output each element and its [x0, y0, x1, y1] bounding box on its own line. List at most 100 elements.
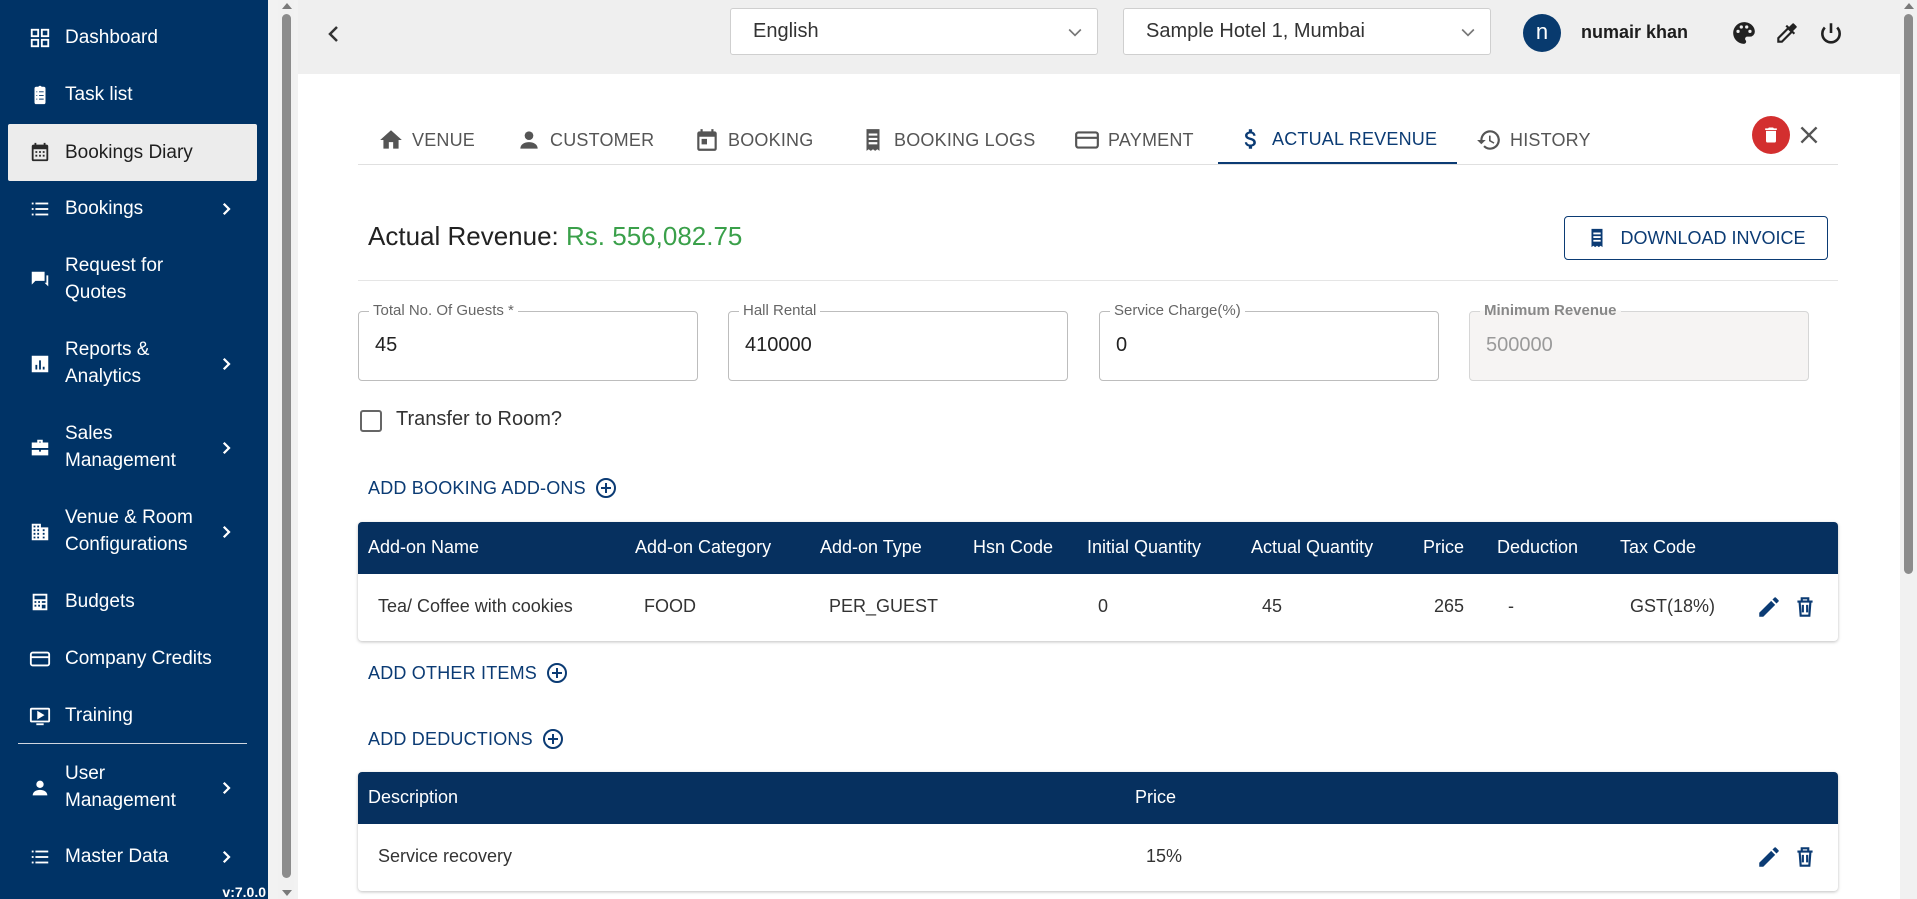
- tab-booking-logs[interactable]: BOOKING LOGS: [860, 116, 1035, 164]
- tab-label: ACTUAL REVENUE: [1272, 128, 1438, 149]
- sidebar-item-task-list[interactable]: Task list: [8, 81, 257, 108]
- column-header: Initial Quantity: [1087, 537, 1202, 557]
- scroll-up-arrow[interactable]: [282, 3, 292, 9]
- sidebar-scrollbar[interactable]: [278, 0, 294, 899]
- sidebar-item-label: Budgets: [65, 591, 135, 612]
- sidebar-item-label: Request for Quotes: [65, 255, 164, 303]
- list-icon: [28, 845, 52, 869]
- sidebar-item-label: Bookings: [65, 198, 144, 219]
- avatar[interactable]: n: [1523, 14, 1561, 52]
- sidebar-item-bookings-diary[interactable]: Bookings Diary: [8, 124, 257, 181]
- receipt-icon: [866, 129, 880, 151]
- sidebar-item-master-data[interactable]: Master Data: [8, 843, 257, 870]
- palette-icon[interactable]: [1731, 20, 1757, 46]
- chevron-down-icon: [1068, 28, 1082, 37]
- close-icon[interactable]: [1796, 122, 1822, 148]
- sidebar-item-label: Training: [65, 705, 133, 726]
- receipt-icon: [1591, 228, 1603, 248]
- add-circle-icon: [547, 663, 568, 683]
- scrollbar-thumb[interactable]: [282, 14, 291, 878]
- chevron-right-icon: [222, 202, 231, 215]
- add-other-items-link[interactable]: ADD OTHER ITEMS: [368, 661, 569, 685]
- calendar-icon: [697, 129, 717, 151]
- scroll-down-arrow[interactable]: [282, 890, 292, 896]
- hall-rental-field[interactable]: Hall Rental: [728, 302, 1068, 381]
- column-header: Add-on Name: [368, 537, 480, 557]
- briefcase-icon: [28, 436, 52, 460]
- sidebar-divider: [18, 743, 247, 744]
- hall-rental-field-label: Hall Rental: [739, 302, 821, 319]
- chevron-right-icon: [222, 781, 231, 795]
- edit-icon[interactable]: [1756, 844, 1782, 870]
- column-header: Hsn Code: [973, 537, 1054, 557]
- sidebar-item-sales-management[interactable]: Sales Management: [8, 420, 257, 476]
- trash-icon[interactable]: [1792, 844, 1818, 870]
- add-circle-icon: [595, 478, 616, 498]
- hotel-select[interactable]: Sample Hotel 1, Mumbai: [1123, 8, 1491, 55]
- service-charge-field[interactable]: Service Charge(%): [1099, 302, 1439, 381]
- download-invoice-button[interactable]: DOWNLOAD INVOICE: [1564, 216, 1828, 260]
- column-header: Actual Quantity: [1251, 537, 1374, 557]
- add-deductions-link[interactable]: ADD DEDUCTIONS: [368, 727, 565, 751]
- add-booking-addons-link[interactable]: ADD BOOKING ADD-ONS: [368, 476, 618, 500]
- sidebar-item-dashboard[interactable]: Dashboard: [8, 24, 257, 51]
- sidebar-item-budgets[interactable]: Budgets: [8, 588, 257, 615]
- table-cell: 45: [1262, 596, 1283, 616]
- home-icon: [380, 130, 402, 149]
- table-cell: Service recovery: [378, 846, 513, 866]
- column-header: Description: [368, 787, 459, 807]
- sidebar-item-training[interactable]: Training: [8, 702, 257, 729]
- chevron-left-icon[interactable]: [322, 22, 346, 46]
- sidebar-item-request-for-quotes[interactable]: Request for Quotes: [8, 252, 257, 308]
- add-booking-addons-label: ADD BOOKING ADD-ONS: [368, 477, 586, 498]
- tab-bar: VENUE CUSTOMER BOOKING BOOKING LOGS PAYM…: [358, 116, 1838, 165]
- column-header: Price: [1423, 537, 1465, 557]
- tab-booking[interactable]: BOOKING: [694, 116, 813, 164]
- guests-field[interactable]: Total No. Of Guests *: [358, 302, 698, 381]
- bar-chart-icon: [28, 352, 52, 376]
- power-icon[interactable]: [1818, 20, 1844, 46]
- table-cell: 265: [1434, 596, 1465, 616]
- sidebar-item-reports-analytics[interactable]: Reports & Analytics: [8, 336, 257, 392]
- sidebar-item-company-credits[interactable]: Company Credits: [8, 645, 257, 672]
- table-cell: FOOD: [644, 596, 696, 616]
- tab-label: VENUE: [412, 129, 476, 150]
- main-panel: VENUE CUSTOMER BOOKING BOOKING LOGS PAYM…: [298, 74, 1900, 899]
- scrollbar-thumb[interactable]: [1904, 14, 1913, 574]
- calculator-icon: [28, 590, 52, 614]
- tab-customer[interactable]: CUSTOMER: [516, 116, 654, 164]
- service-charge-input[interactable]: [1116, 334, 1421, 357]
- service-charge-field-label: Service Charge(%): [1110, 302, 1245, 319]
- page-scrollbar[interactable]: [1900, 0, 1917, 899]
- trash-icon[interactable]: [1792, 594, 1818, 620]
- guests-input[interactable]: [375, 334, 680, 357]
- eyedropper-icon[interactable]: [1774, 20, 1800, 46]
- sidebar-item-label: Task list: [65, 84, 133, 105]
- tab-label: CUSTOMER: [550, 129, 655, 150]
- hall-rental-input[interactable]: [745, 334, 1050, 357]
- sidebar-item-label: Dashboard: [65, 27, 158, 48]
- transfer-to-room-checkbox[interactable]: [360, 410, 382, 432]
- add-other-items-label: ADD OTHER ITEMS: [368, 662, 538, 683]
- tab-payment[interactable]: PAYMENT: [1074, 116, 1194, 164]
- deductions-table-header: Description Price: [358, 772, 1838, 824]
- person-icon: [28, 776, 52, 800]
- edit-icon[interactable]: [1756, 594, 1782, 620]
- delete-booking-button[interactable]: [1752, 116, 1790, 154]
- tab-actual-revenue[interactable]: ACTUAL REVENUE: [1218, 116, 1458, 164]
- scroll-up-arrow[interactable]: [1904, 3, 1914, 9]
- language-select[interactable]: English: [730, 8, 1098, 55]
- video-icon: [28, 704, 52, 728]
- sidebar-item-venue-room-configurations[interactable]: Venue & Room Configurations: [8, 504, 257, 560]
- chevron-right-icon: [222, 441, 231, 455]
- addons-table-header: Add-on Name Add-on Category Add-on Type …: [358, 522, 1838, 574]
- tab-history[interactable]: HISTORY: [1476, 116, 1591, 164]
- column-header: Add-on Type: [820, 537, 922, 557]
- sidebar-item-bookings[interactable]: Bookings: [8, 195, 257, 222]
- sidebar-item-label: Company Credits: [65, 648, 212, 669]
- table-cell: PER_GUEST: [829, 596, 939, 616]
- tab-venue[interactable]: VENUE: [378, 116, 475, 164]
- minimum-revenue-input: [1486, 334, 1791, 357]
- username[interactable]: numair khan: [1581, 22, 1688, 43]
- sidebar-item-user-management[interactable]: User Management: [8, 760, 257, 816]
